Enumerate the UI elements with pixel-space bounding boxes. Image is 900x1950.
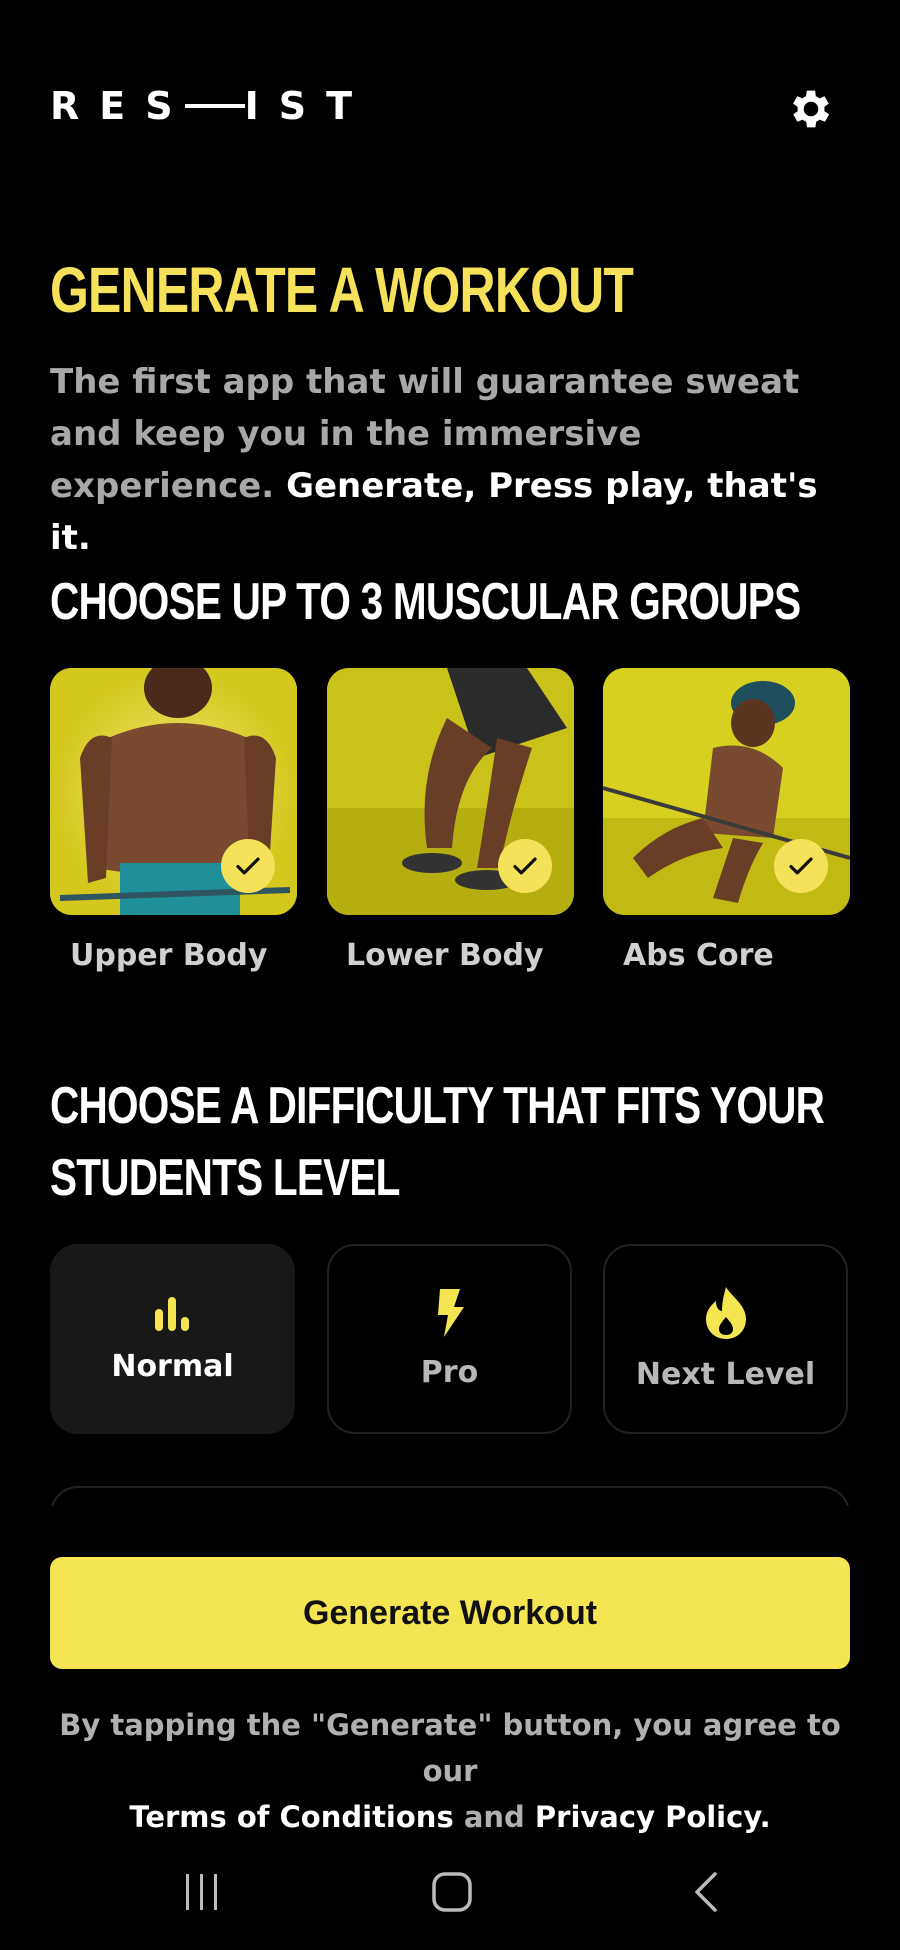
lightning-icon: [437, 1288, 464, 1337]
difficulty-next-level-label: Next Level: [635, 1356, 816, 1392]
muscle-label-abs-core: Abs Core: [623, 938, 774, 973]
terms-link[interactable]: Terms of Conditions: [129, 1800, 453, 1834]
flame-icon: [705, 1286, 746, 1339]
legal-prefix: By tapping the "Generate" button, you ag…: [59, 1708, 841, 1788]
muscle-card-lower-body[interactable]: [327, 668, 574, 915]
back-icon[interactable]: [685, 1870, 729, 1918]
generate-workout-button[interactable]: Generate Workout: [50, 1557, 850, 1669]
difficulty-heading-line1: CHOOSE A DIFFICULTY THAT FITS YOUR: [50, 1077, 825, 1135]
check-icon: [774, 839, 828, 893]
app-logo: RES IST: [50, 84, 372, 128]
muscle-label-upper-body: Upper Body: [70, 938, 268, 973]
privacy-link[interactable]: Privacy Policy: [535, 1800, 760, 1834]
difficulty-pro-label: Pro: [420, 1354, 479, 1390]
legal-text: By tapping the "Generate" button, you ag…: [50, 1702, 850, 1840]
difficulty-normal[interactable]: Normal: [50, 1244, 295, 1434]
difficulty-heading-line2: STUDENTS LEVEL: [50, 1149, 400, 1207]
check-icon: [221, 839, 275, 893]
difficulty-next-level[interactable]: Next Level: [603, 1244, 848, 1434]
home-icon[interactable]: [430, 1870, 474, 1918]
scroll-fade: [0, 1506, 900, 1546]
bar-chart-icon: [154, 1296, 189, 1331]
legal-period: .: [759, 1800, 771, 1834]
difficulty-normal-label: Normal: [111, 1348, 234, 1384]
logo-dash: [184, 104, 245, 108]
muscle-section-heading: CHOOSE UP TO 3 MUSCULAR GROUPS: [50, 573, 801, 631]
logo-text-right: IST: [244, 84, 373, 128]
muscle-label-lower-body: Lower Body: [346, 938, 544, 973]
logo-text-left: RES: [50, 84, 193, 128]
page-title: GENERATE A WORKOUT: [50, 254, 634, 326]
muscle-card-abs-core[interactable]: [603, 668, 850, 915]
recent-apps-icon[interactable]: [180, 1870, 224, 1918]
muscle-card-upper-body[interactable]: [50, 668, 297, 915]
difficulty-pro[interactable]: Pro: [327, 1244, 572, 1434]
page-subtitle: The first app that will guarantee sweat …: [50, 356, 850, 564]
gear-icon[interactable]: [786, 84, 836, 134]
check-icon: [498, 839, 552, 893]
legal-and: and: [463, 1800, 525, 1834]
